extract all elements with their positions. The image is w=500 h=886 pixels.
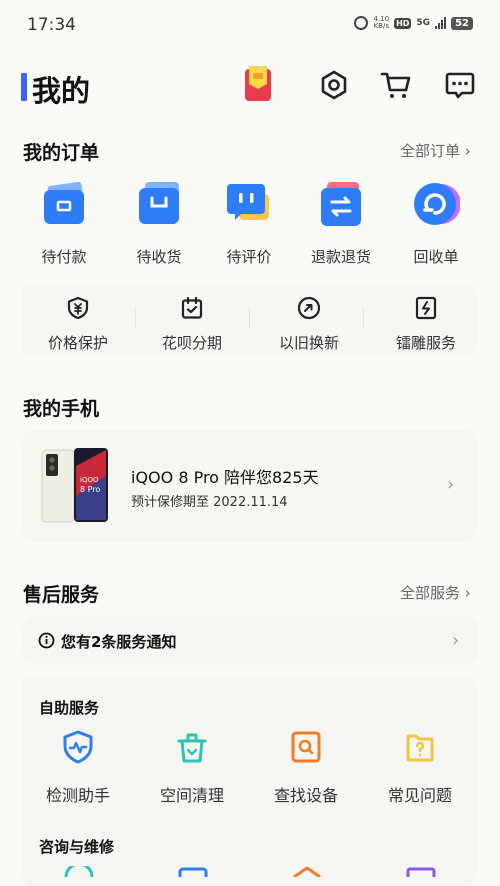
service-installment[interactable]: 花呗分期 bbox=[135, 296, 249, 353]
phone-image-text: iQOO bbox=[80, 476, 99, 484]
service-label: 以旧换新 bbox=[278, 334, 339, 352]
clean-icon bbox=[177, 733, 207, 763]
self-service-label: 空间清理 bbox=[159, 786, 224, 805]
detect-icon bbox=[63, 730, 93, 764]
order-label: 待收货 bbox=[136, 248, 182, 266]
chevron-right-icon[interactable]: › bbox=[447, 474, 454, 495]
order-label: 回收单 bbox=[413, 248, 459, 266]
alarm-icon bbox=[354, 16, 369, 30]
all-orders-link[interactable]: 全部订单 › bbox=[400, 140, 471, 161]
service-notice-text: 您有2条服务通知 bbox=[61, 633, 177, 651]
order-query-icon[interactable] bbox=[404, 866, 438, 877]
all-services-link[interactable]: 全部服务 › bbox=[400, 582, 471, 603]
calendar-icon bbox=[181, 296, 203, 319]
self-service-title: 自助服务 bbox=[39, 699, 100, 717]
info-icon bbox=[38, 632, 55, 649]
chevron-right-icon: › bbox=[460, 584, 471, 602]
all-services-label: 全部服务 bbox=[400, 584, 461, 602]
trade-in-icon bbox=[297, 296, 321, 320]
order-recycle[interactable]: 回收单 bbox=[393, 180, 479, 267]
order-refund[interactable]: 退款退货 bbox=[298, 180, 384, 267]
self-service-detect[interactable]: 检测助手 bbox=[28, 730, 128, 806]
self-service-clean[interactable]: 空间清理 bbox=[142, 730, 242, 806]
comment-icon bbox=[227, 184, 269, 220]
status-icons: 4.10 KB/s HD 5G 52 bbox=[354, 16, 473, 30]
order-pending-review[interactable]: 待评价 bbox=[206, 180, 292, 267]
settings-icon[interactable] bbox=[318, 69, 350, 101]
orders-title: 我的订单 bbox=[23, 142, 100, 164]
self-service-find[interactable]: 查找设备 bbox=[256, 730, 356, 806]
phone-warranty: 预计保修期至 2022.11.14 bbox=[131, 495, 288, 510]
page-title: 我的 bbox=[32, 74, 91, 108]
self-service-faq[interactable]: 常见问题 bbox=[370, 730, 470, 806]
phone-image-text: 8 Pro bbox=[80, 485, 100, 494]
repair-icon[interactable] bbox=[176, 866, 210, 877]
order-pending-receipt[interactable]: 待收货 bbox=[116, 180, 202, 267]
phone-section-title: 我的手机 bbox=[23, 398, 100, 420]
store-icon[interactable] bbox=[290, 866, 324, 877]
battery-icon: 52 bbox=[451, 16, 473, 30]
service-trade-in[interactable]: 以旧换新 bbox=[252, 296, 366, 353]
network-speed-unit: KB/s bbox=[373, 22, 389, 30]
self-service-label: 查找设备 bbox=[273, 786, 338, 805]
service-label: 价格保护 bbox=[47, 334, 108, 352]
wallet-icon bbox=[44, 181, 84, 224]
all-orders-label: 全部订单 bbox=[400, 142, 461, 160]
consult-icon[interactable] bbox=[62, 866, 96, 877]
consult-repair-title: 咨询与维修 bbox=[39, 838, 115, 856]
self-service-label: 常见问题 bbox=[387, 786, 452, 805]
red-packet-icon[interactable] bbox=[243, 63, 273, 103]
divider bbox=[249, 307, 250, 329]
engrave-icon bbox=[415, 296, 437, 320]
find-device-icon bbox=[291, 731, 321, 763]
message-icon[interactable] bbox=[444, 69, 476, 101]
chevron-right-icon: › bbox=[460, 142, 471, 160]
service-label: 花呗分期 bbox=[161, 334, 222, 352]
after-sales-title: 售后服务 bbox=[23, 584, 100, 606]
cart-icon[interactable] bbox=[380, 69, 412, 101]
self-service-label: 检测助手 bbox=[45, 786, 110, 805]
exchange-icon bbox=[321, 182, 361, 226]
service-label: 镭雕服务 bbox=[395, 334, 456, 352]
box-icon bbox=[139, 182, 179, 224]
network-speed: 4.10 KB/s bbox=[373, 16, 389, 30]
phone-name: iQOO 8 Pro 陪伴您825天 bbox=[131, 468, 319, 487]
signal-icon bbox=[435, 17, 447, 29]
service-engrave[interactable]: 镭雕服务 bbox=[369, 296, 483, 353]
hd-icon: HD bbox=[394, 17, 412, 29]
faq-icon bbox=[406, 734, 434, 762]
order-label: 待评价 bbox=[226, 248, 272, 266]
title-accent-bar bbox=[21, 73, 27, 101]
service-price-protect[interactable]: 价格保护 bbox=[21, 296, 135, 353]
price-protect-icon bbox=[67, 296, 89, 320]
chevron-right-icon: › bbox=[452, 630, 460, 651]
recycle-icon bbox=[414, 183, 461, 225]
status-time: 17:34 bbox=[27, 15, 76, 35]
order-label: 待付款 bbox=[41, 248, 87, 266]
phone-image: iQOO 8 Pro bbox=[41, 448, 108, 523]
order-label: 退款退货 bbox=[310, 248, 371, 266]
order-pending-payment[interactable]: 待付款 bbox=[21, 180, 107, 267]
network-type: 5G bbox=[416, 18, 431, 28]
